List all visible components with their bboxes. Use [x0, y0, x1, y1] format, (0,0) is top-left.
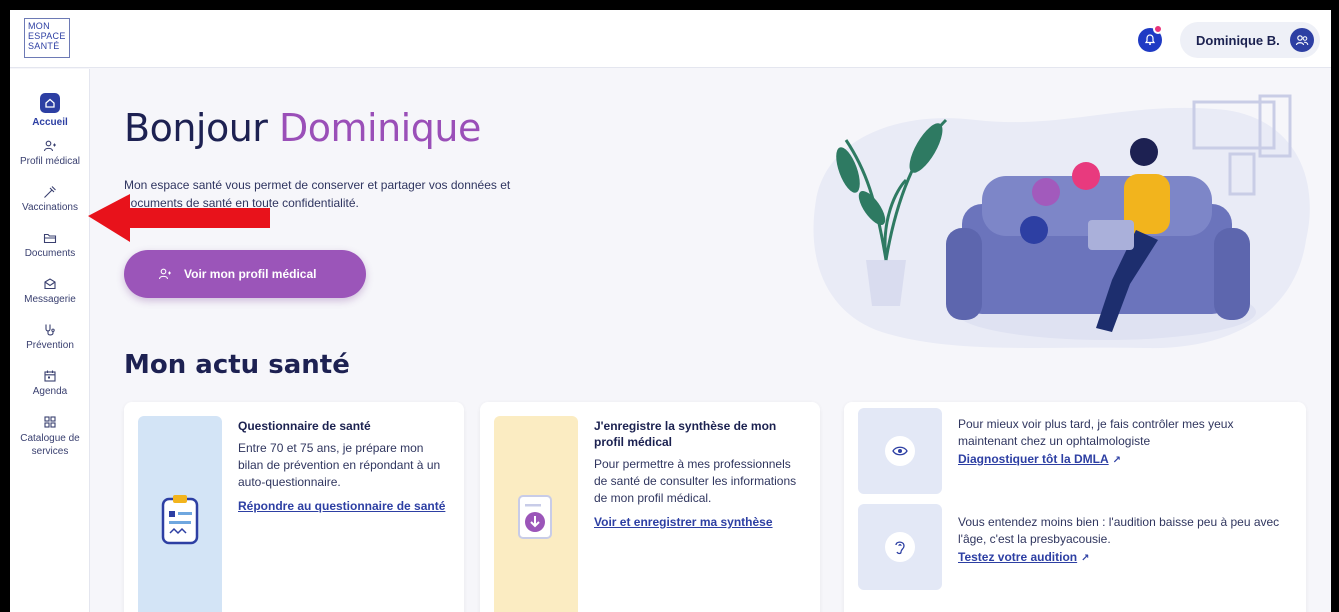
cta-label: Voir mon profil médical [184, 267, 317, 281]
ear-icon [885, 532, 915, 562]
hearing-test-link-label: Testez votre audition [958, 550, 1078, 564]
annotation-arrow-icon [88, 194, 270, 242]
view-medical-profile-button[interactable]: Voir mon profil médical [124, 250, 366, 298]
folder-icon [43, 233, 57, 244]
dmla-link-label: Diagnostiquer tôt la DMLA [958, 452, 1109, 466]
section-title: Mon actu santé [124, 350, 350, 380]
sidebar-item-accueil[interactable]: Accueil [10, 93, 90, 128]
sidebar-item-label: Documents [24, 248, 76, 259]
hearing-test-link[interactable]: Testez votre audition ↗ [958, 549, 1090, 567]
tip-text: Pour mieux voir plus tard, je fais contr… [958, 417, 1234, 448]
greeting-text: Bonjour [124, 106, 268, 150]
clipboard-icon [161, 495, 199, 545]
home-icon [40, 93, 60, 113]
person-icon [1290, 28, 1314, 52]
news-card-questionnaire[interactable]: Questionnaire de santé Entre 70 et 75 an… [124, 402, 464, 612]
person-plus-icon [43, 140, 56, 152]
sidebar-item-label: Accueil [32, 117, 68, 128]
news-card-prevention-tips: Pour mieux voir plus tard, je fais contr… [844, 402, 1306, 612]
app-window: MON ESPACE SANTÉ Dominique B. Accueil Pr… [10, 10, 1331, 612]
top-bar: MON ESPACE SANTÉ Dominique B. [10, 10, 1331, 68]
card-title: Questionnaire de santé [238, 419, 371, 433]
synthese-illustration [494, 416, 578, 612]
questionnaire-illustration [138, 416, 222, 612]
grid-icon [44, 416, 56, 428]
calendar-icon [44, 370, 56, 382]
view-synthese-link[interactable]: Voir et enregistrer ma synthèse [594, 514, 773, 531]
sidebar-item-label: Messagerie [24, 294, 76, 305]
external-link-icon: ↗ [1112, 455, 1122, 466]
hero-illustration [813, 94, 1310, 349]
card-text: Entre 70 et 75 ans, je prépare mon bilan… [238, 441, 441, 489]
card-title: J'enregistre la synthèse de mon profil m… [594, 419, 777, 449]
eye-illustration [858, 408, 942, 494]
page-title: Bonjour Dominique [124, 106, 481, 150]
person-plus-icon [158, 268, 171, 280]
document-download-icon [518, 495, 552, 539]
notification-badge [1153, 24, 1163, 34]
sidebar-item-label: Agenda [32, 386, 68, 397]
sidebar-item-label: Prévention [26, 340, 74, 351]
syringe-icon [44, 186, 56, 198]
answer-questionnaire-link[interactable]: Répondre au questionnaire de santé [238, 498, 445, 515]
mail-icon [44, 278, 56, 290]
ear-illustration [858, 504, 942, 590]
user-name: Dominique B. [1196, 32, 1280, 48]
sidebar-item-catalogue-de-services[interactable]: Catalogue de services [10, 415, 90, 458]
greeting-name: Dominique [279, 106, 481, 150]
user-menu-button[interactable]: Dominique B. [1180, 22, 1320, 58]
sidebar-item-profil-medical[interactable]: Profil médical [10, 139, 90, 167]
sidebar-item-label: Catalogue de services [20, 433, 80, 457]
sidebar-item-label: Vaccinations [22, 202, 78, 213]
eye-icon [885, 436, 915, 466]
sidebar-item-vaccinations[interactable]: Vaccinations [10, 185, 90, 213]
sidebar-nav: Accueil Profil médical Vaccinations Docu… [10, 69, 90, 612]
sidebar-item-messagerie[interactable]: Messagerie [10, 277, 90, 305]
external-link-icon: ↗ [1081, 553, 1090, 564]
logo-line-2: ESPACE [28, 31, 66, 41]
dmla-link[interactable]: Diagnostiquer tôt la DMLA ↗ [958, 451, 1121, 469]
news-card-synthese[interactable]: J'enregistre la synthèse de mon profil m… [480, 402, 820, 612]
sidebar-item-label: Profil médical [19, 156, 81, 167]
sidebar-item-agenda[interactable]: Agenda [10, 369, 90, 397]
logo-line-1: MON [28, 21, 50, 31]
bell-icon [1144, 34, 1156, 45]
sidebar-item-prevention[interactable]: Prévention [10, 323, 90, 351]
sidebar-item-documents[interactable]: Documents [10, 231, 90, 259]
logo-line-3: SANTÉ [28, 41, 60, 51]
stethoscope-icon [45, 324, 55, 336]
mon-espace-sante-logo[interactable]: MON ESPACE SANTÉ [24, 18, 70, 58]
card-text: Pour permettre à mes professionnels de s… [594, 457, 797, 505]
tip-text: Vous entendez moins bien : l'audition ba… [958, 515, 1280, 546]
